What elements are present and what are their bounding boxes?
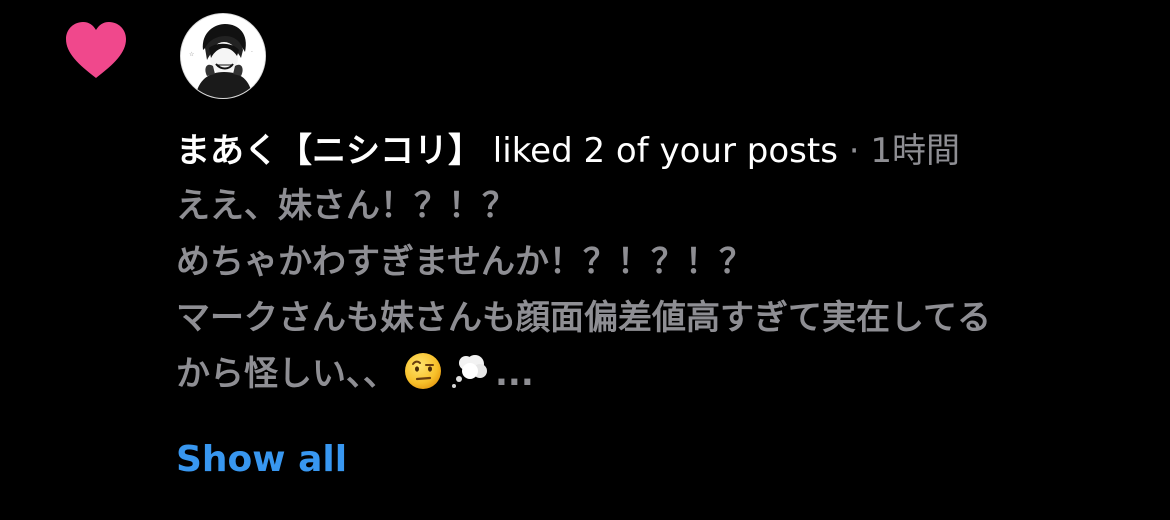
notification-action: liked 2 of your posts [482, 131, 838, 171]
ellipsis: ... [495, 354, 534, 394]
notification-headline: まあく【ニシコリ】 liked 2 of your posts · 1時間 [176, 124, 1136, 178]
notification-body: まあく【ニシコリ】 liked 2 of your posts · 1時間 ええ… [176, 124, 1136, 402]
comment-line-text: から怪しい、、 [176, 354, 397, 394]
username[interactable]: まあく【ニシコリ】 [176, 131, 482, 171]
face-with-raised-eyebrow-icon [405, 353, 441, 389]
thought-balloon-icon [452, 355, 487, 388]
comment-line-last: から怪しい、、 ... [176, 346, 1136, 402]
comment-line: ええ、妹さん！？！？ [176, 186, 516, 226]
timestamp: 1時間 [870, 131, 960, 171]
svg-text:☆: ☆ [189, 51, 194, 58]
separator: · [837, 131, 871, 171]
avatar[interactable]: ☆ · [180, 13, 266, 99]
heart-icon [66, 22, 126, 78]
comment-line: めちゃかわすぎませんか！？！？！？ [176, 242, 753, 282]
comment-text: ええ、妹さん！？！？ めちゃかわすぎませんか！？！？！？ マークさんも妹さんも顔… [176, 178, 1136, 402]
comment-line: マークさんも妹さんも顔面偏差値高すぎて実在してる [176, 298, 991, 338]
svg-text:·: · [251, 49, 253, 56]
show-all-link[interactable]: Show all [176, 438, 347, 482]
